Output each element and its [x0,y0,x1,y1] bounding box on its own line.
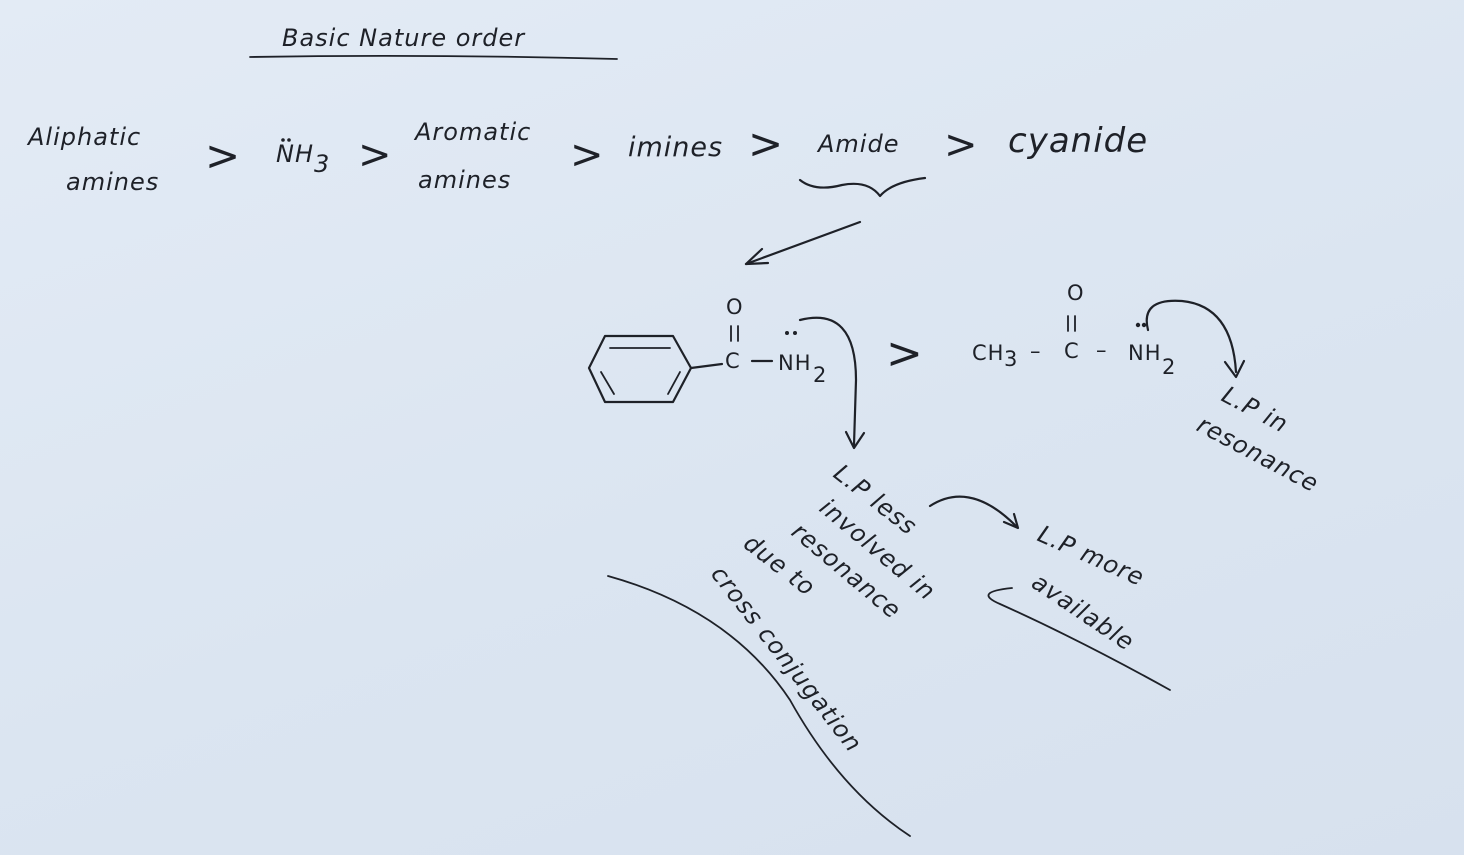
ammonia: NH 3 [276,138,330,178]
gt-sign-3: > [570,132,605,178]
aromatic-amines-line1: Aromatic [413,118,531,146]
benzamide-lp-arrow [798,316,858,447]
methyl-group: CH [972,341,1004,365]
acetamide-carbonyl-oxygen: O [1067,281,1085,305]
acetamide-structure: CH 3 – O C – NH 2 [972,281,1176,379]
gt-sign-5: > [944,122,979,168]
ammonia-subscript: 3 [314,150,330,178]
amide-brace [798,176,927,198]
lone-pair-dot [1141,322,1147,328]
bond-dash-2: – [1096,338,1108,362]
benzene-ring [587,334,693,404]
ammonia-label: NH [276,140,314,168]
benzene-inner-bond [600,371,615,395]
aliphatic-amines-line1: Aliphatic [26,123,141,151]
carbonyl-carbon: C [725,349,741,373]
aromatic-amines-line2: amines [418,166,511,194]
methyl-subscript: 3 [1004,347,1018,371]
page-title: Basic Nature order [282,24,526,52]
benzamide-structure: O C NH 2 [587,295,827,404]
whiteboard-canvas: Basic Nature order Aliphatic amines > NH… [26,24,1324,837]
amide-label: Amide [816,130,899,158]
cyanide-label: cyanide [1008,121,1148,161]
lone-pair-dot [1135,322,1141,328]
lp-less-line5: cross conjugation [705,560,868,757]
carbonyl-double-bond [730,325,739,342]
basicity-order: Aliphatic amines > NH 3 > Aromatic amine… [26,118,1148,196]
lp-in-resonance-note: L.P in resonance [1192,381,1323,498]
lone-pair-dot [793,331,797,335]
benzamide-nh: NH [778,351,812,375]
acetamide-nh: NH [1128,341,1162,365]
acetamide-nh-subscript: 2 [1162,355,1176,379]
lp-less-note-line5: cross conjugation [705,560,868,757]
benzamide-nh-subscript: 2 [813,363,827,387]
gt-sign-1: > [205,131,241,180]
carbonyl-oxygen: O [726,295,744,319]
aliphatic-amines-line2: amines [66,168,159,196]
title-underline [249,54,618,60]
arrow-to-structures [744,220,862,266]
comparison-operator: > [886,328,924,379]
bond-dash-1: – [1030,339,1042,363]
gt-sign-4: > [748,119,784,168]
ring-to-carbonyl-bond [689,362,724,370]
acetamide-double-bond [1067,315,1076,332]
acetamide-carbon: C [1064,339,1080,363]
imines-label: imines [628,132,723,163]
lone-pair-dot [785,331,789,335]
gt-sign-2: > [358,132,393,178]
